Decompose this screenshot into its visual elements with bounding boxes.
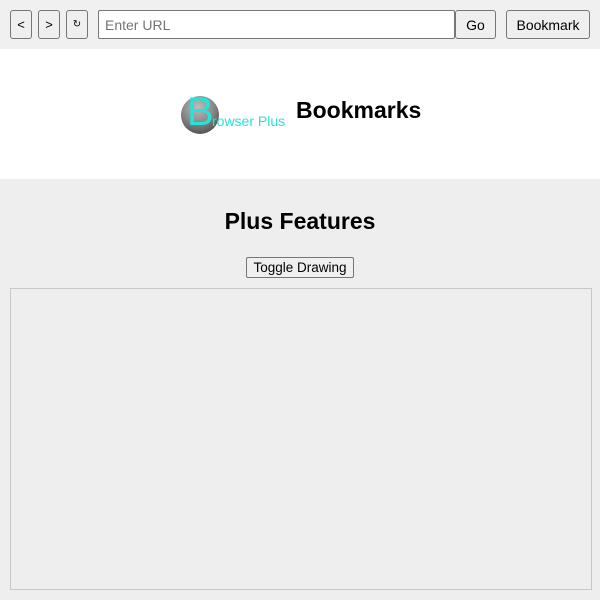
bookmark-button[interactable]: Bookmark	[506, 10, 590, 39]
page-title: Bookmarks	[296, 97, 422, 123]
drawing-canvas[interactable]	[10, 288, 592, 590]
go-button[interactable]: Go	[455, 10, 496, 39]
logo-text: rowser Plus	[212, 113, 286, 129]
toggle-drawing-button[interactable]: Toggle Drawing	[246, 257, 354, 278]
browser-plus-logo: B rowser Plus	[181, 92, 291, 136]
reload-icon[interactable]: ↻	[66, 10, 88, 39]
forward-button[interactable]: >	[38, 10, 60, 39]
logo-initial: B	[187, 90, 214, 134]
section-title: Plus Features	[224, 208, 376, 234]
back-button[interactable]: <	[10, 10, 32, 39]
url-input[interactable]	[98, 10, 455, 39]
browser-toolbar: < > ↻ Go Bookmark	[0, 0, 600, 49]
